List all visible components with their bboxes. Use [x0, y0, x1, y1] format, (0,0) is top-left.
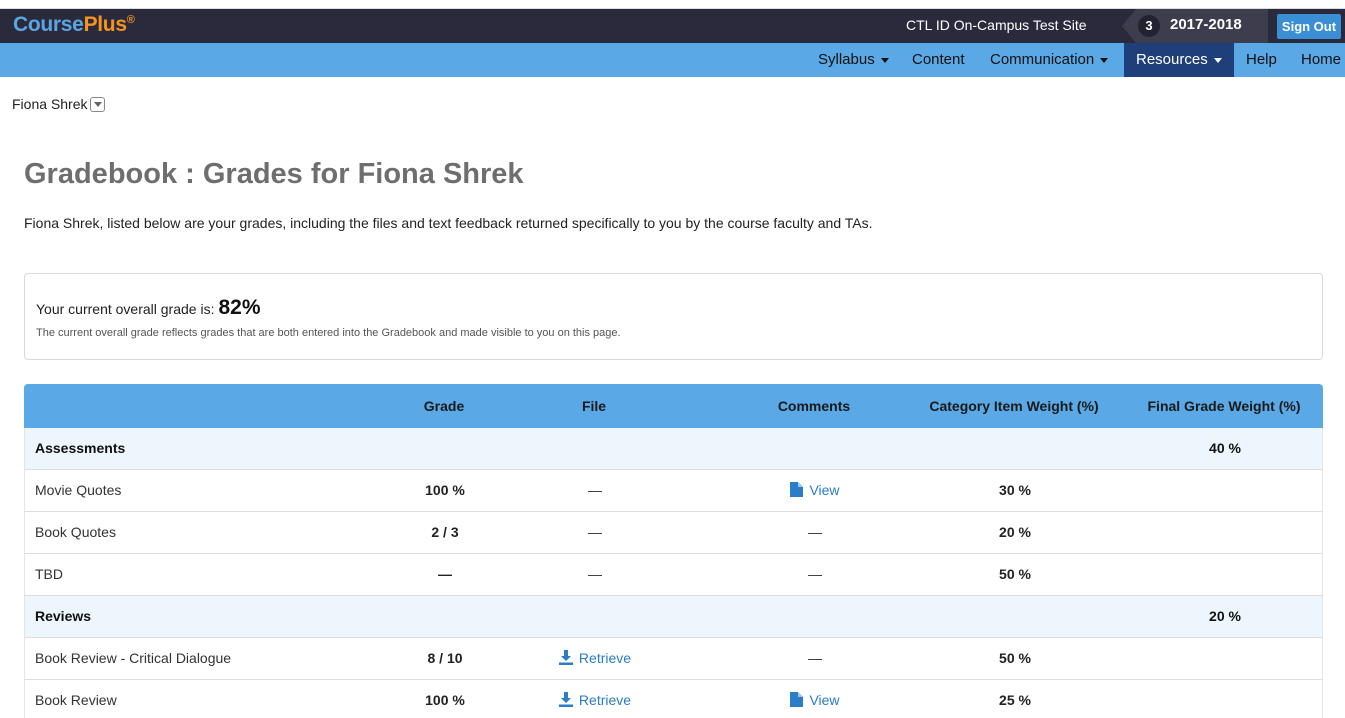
nav-communication-label: Communication — [990, 51, 1095, 68]
retrieve-file-link[interactable]: Retrieve — [558, 649, 632, 666]
view-comments-link[interactable]: View — [790, 481, 840, 498]
view-label: View — [809, 482, 840, 498]
nav-content[interactable]: Content — [912, 43, 972, 77]
item-comments: — — [808, 650, 822, 666]
term-number-badge: 3 — [1138, 15, 1160, 37]
view-comments-link[interactable]: View — [790, 691, 840, 708]
category-name: Reviews — [35, 608, 92, 624]
retrieve-file-link[interactable]: Retrieve — [558, 691, 632, 708]
table-row: Book Review - Critical Dialogue 8 / 10 R… — [24, 638, 1323, 680]
nav-syllabus-label: Syllabus — [818, 51, 875, 68]
chevron-down-icon[interactable] — [90, 96, 106, 112]
sign-out-button[interactable]: Sign Out — [1277, 14, 1341, 39]
user-selector[interactable]: Fiona Shrek — [12, 96, 106, 113]
nav-help[interactable]: Help — [1246, 43, 1282, 77]
caret-down-icon — [880, 57, 889, 63]
final-grade-weight: 20 % — [1209, 608, 1241, 624]
item-file: — — [588, 524, 602, 540]
final-grade-weight: 40 % — [1209, 440, 1241, 456]
grades-table: Grade File Comments Category Item Weight… — [24, 384, 1323, 718]
category-name: Assessments — [35, 440, 126, 456]
nav-content-label: Content — [912, 51, 965, 68]
header-final-grade-weight: Final Grade Weight (%) — [1147, 398, 1301, 414]
brand-name: Course — [13, 13, 84, 36]
user-selector-label: Fiona Shrek — [12, 96, 88, 112]
item-grade: — — [438, 566, 452, 582]
overall-grade-label: Your current overall grade is: — [36, 301, 215, 317]
nav-resources-label: Resources — [1136, 51, 1208, 68]
view-label: View — [809, 692, 840, 708]
category-item-weight: 50 % — [999, 650, 1031, 666]
nav-help-label: Help — [1246, 51, 1277, 68]
item-file[interactable]: Retrieve — [530, 680, 660, 718]
table-header: Grade File Comments Category Item Weight… — [24, 384, 1323, 428]
item-grade: 100 % — [425, 692, 465, 708]
download-icon — [558, 691, 573, 707]
intro-text: Fiona Shrek, listed below are your grade… — [24, 215, 873, 231]
item-comments[interactable]: View — [755, 470, 875, 511]
term-chevron-shape — [1122, 9, 1136, 43]
item-file: — — [588, 482, 602, 498]
nav-resources[interactable]: Resources — [1124, 43, 1234, 77]
item-comments: — — [808, 566, 822, 582]
table-row: Book Review 100 % Retrieve View 25 % — [24, 680, 1323, 718]
item-file[interactable]: Retrieve — [530, 638, 660, 679]
nav-home-label: Home — [1301, 51, 1342, 68]
overall-grade-panel: Your current overall grade is: 82% The cu… — [24, 273, 1323, 360]
item-comments: — — [808, 524, 822, 540]
category-item-weight: 25 % — [999, 692, 1031, 708]
document-icon — [790, 691, 804, 707]
overall-grade-value: 82% — [218, 296, 261, 319]
retrieve-label: Retrieve — [578, 692, 632, 708]
term-year[interactable]: 2017-2018 — [1170, 16, 1242, 33]
item-name: Book Review - Critical Dialogue — [35, 650, 232, 666]
brand-plus: Plus — [83, 13, 127, 36]
top-bar: CoursePlus® CTL ID On-Campus Test Site 3… — [0, 0, 1345, 43]
brand-logo[interactable]: CoursePlus® — [13, 13, 135, 37]
item-comments[interactable]: View — [755, 680, 875, 718]
download-icon — [558, 649, 573, 665]
item-name: Book Quotes — [35, 524, 116, 540]
table-row: Movie Quotes 100 % — View 30 % — [24, 470, 1323, 512]
item-grade: 8 / 10 — [427, 650, 463, 666]
caret-down-icon — [1100, 57, 1109, 63]
nav-syllabus[interactable]: Syllabus — [818, 43, 898, 77]
document-icon — [790, 481, 804, 497]
category-row-reviews: Reviews 20 % — [24, 596, 1323, 638]
brand-mark: ® — [126, 14, 135, 26]
caret-down-icon — [1213, 57, 1222, 63]
nav-home[interactable]: Home — [1301, 43, 1345, 77]
category-item-weight: 20 % — [999, 524, 1031, 540]
category-row-assessments: Assessments 40 % — [24, 428, 1323, 470]
item-name: TBD — [35, 566, 63, 582]
top-bar-inner: CoursePlus® CTL ID On-Campus Test Site 3… — [0, 8, 1345, 43]
category-item-weight: 50 % — [999, 566, 1031, 582]
retrieve-label: Retrieve — [578, 650, 632, 666]
header-file: File — [581, 398, 607, 414]
table-row: TBD — — — 50 % — [24, 554, 1323, 596]
table-row: Book Quotes 2 / 3 — — 20 % — [24, 512, 1323, 554]
item-name: Book Review — [35, 692, 117, 708]
page-title: Gradebook : Grades for Fiona Shrek — [24, 158, 524, 190]
site-name[interactable]: CTL ID On-Campus Test Site — [906, 17, 1087, 33]
item-name: Movie Quotes — [35, 482, 122, 498]
header-comments: Comments — [777, 398, 851, 414]
item-grade: 100 % — [425, 482, 465, 498]
category-item-weight: 30 % — [999, 482, 1031, 498]
nav-communication[interactable]: Communication — [990, 43, 1118, 77]
header-category-item-weight: Category Item Weight (%) — [929, 398, 1099, 414]
header-grade: Grade — [423, 398, 465, 414]
main-nav: Syllabus Content Communication Resources… — [0, 43, 1345, 77]
overall-grade-line: Your current overall grade is: 82% — [36, 296, 261, 320]
overall-grade-note: The current overall grade reflects grade… — [36, 327, 621, 339]
item-file: — — [588, 566, 602, 582]
item-grade: 2 / 3 — [431, 524, 459, 540]
